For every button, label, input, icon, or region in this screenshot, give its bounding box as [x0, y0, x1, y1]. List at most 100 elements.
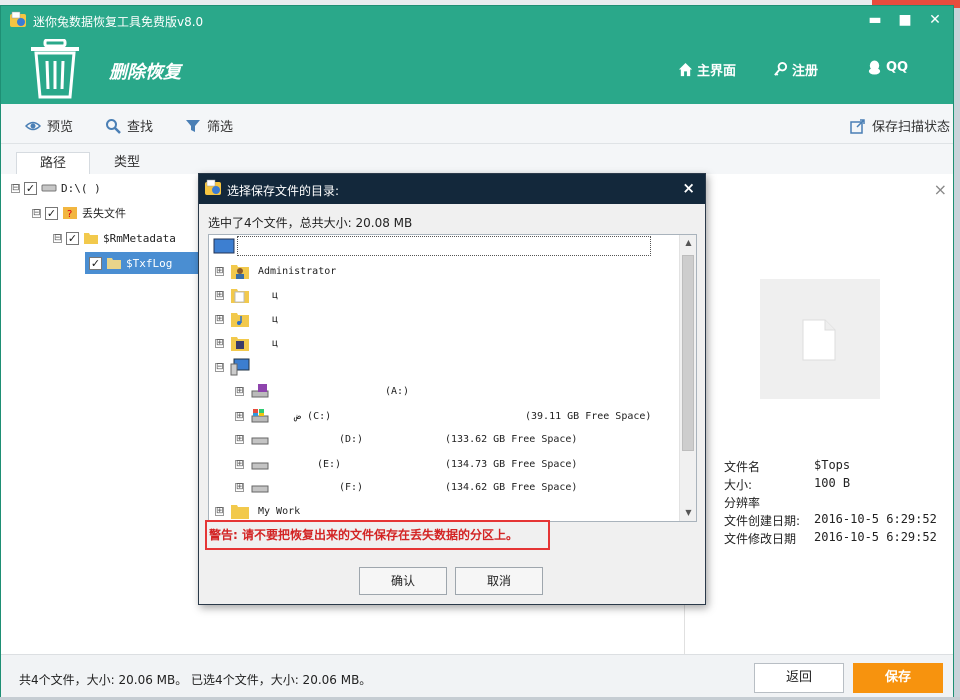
tree-row-drive[interactable]: ⊟ ✓ D:\( ): [11, 177, 101, 199]
toolbar: 预览 查找 筛选 保存扫描状态: [1, 104, 953, 144]
free-space-label: (134.73 GB Free Space): [445, 458, 578, 470]
expand-toggle[interactable]: ⊞: [235, 434, 244, 444]
tree-label: $TxfLog: [126, 256, 173, 270]
tree-row-txflog[interactable]: ✓ $TxfLog: [85, 252, 203, 274]
lost-files-icon: ?: [63, 207, 77, 220]
tree-label: 丢失文件: [82, 207, 126, 220]
qq-penguin-icon: [868, 60, 881, 75]
selected-path-field[interactable]: [237, 236, 651, 256]
expand-toggle[interactable]: ⊞: [235, 482, 244, 492]
home-button[interactable]: 主界面: [678, 60, 736, 79]
expand-toggle[interactable]: ⊞: [215, 290, 224, 300]
browser-row[interactable]: ⊞ ц: [215, 284, 278, 306]
preview-button[interactable]: 预览: [25, 116, 73, 135]
browser-row-computer[interactable]: ⊟: [215, 356, 258, 378]
browser-row[interactable]: ⊞ ц: [215, 332, 278, 354]
drive-icon: [251, 462, 269, 470]
warning-message: 警告: 请不要把恢复出来的文件保存在丢失数据的分区上。: [205, 520, 550, 550]
collapse-toggle[interactable]: ⊟: [215, 362, 224, 372]
browser-row-label: (D:): [339, 433, 364, 445]
back-button[interactable]: 返回: [754, 663, 844, 693]
video-folder-icon: [231, 337, 249, 351]
register-label: 注册: [792, 64, 819, 79]
browser-row-label: Administrator: [258, 265, 337, 277]
checkbox[interactable]: ✓: [89, 256, 102, 270]
info-modified: 文件修改日期 2016-10-5 6:29:52: [724, 530, 937, 546]
close-preview-button[interactable]: ×: [934, 180, 947, 199]
browser-row[interactable]: ⊞ (F:) (134.62 GB Free Space): [235, 476, 577, 498]
preview-panel: × 文件名 $Tops 大小: 100 B 分辨率 文件创建日期: 2016-10-5…: [684, 174, 953, 660]
dialog-title-bar: 选择保存文件的目录: ×: [199, 174, 705, 204]
browser-row[interactable]: ⊞ (E:) (134.73 GB Free Space): [235, 453, 577, 475]
find-button[interactable]: 查找: [105, 116, 153, 135]
dialog-close-button[interactable]: ×: [682, 179, 695, 197]
tree-label: $RmMetadata: [103, 231, 176, 245]
export-icon: [850, 118, 865, 134]
checkbox[interactable]: ✓: [66, 231, 79, 245]
close-button[interactable]: ✕: [923, 10, 947, 30]
filter-button[interactable]: 筛选: [185, 116, 233, 135]
desktop-icon: [213, 238, 235, 254]
browser-row-label: (E:): [317, 458, 342, 470]
music-folder-icon: [231, 313, 249, 327]
expand-toggle[interactable]: ⊞: [235, 459, 244, 469]
folder-list: ⊞ Administrator ⊞ ц ⊞ ц ⊞ ц ⊟ ⊞ (A:) ⊞ ض…: [209, 235, 679, 521]
scroll-up-button[interactable]: ▲: [680, 235, 697, 251]
checkbox[interactable]: ✓: [45, 206, 58, 220]
free-space-label: (133.62 GB Free Space): [445, 433, 578, 445]
tree-row-lost-files[interactable]: ⊟ ✓ ? 丢失文件: [32, 202, 126, 224]
scrollbar-thumb[interactable]: [682, 255, 694, 451]
view-tabs: 路径 类型: [1, 144, 953, 174]
browser-row[interactable]: ⊞ ض (C:) (39.11 GB Free Space): [235, 405, 651, 427]
browser-row[interactable]: ⊞ ц: [215, 308, 278, 330]
ok-button[interactable]: 确认: [359, 567, 447, 595]
drive-icon: [41, 184, 57, 192]
browser-row-label: (A:): [385, 385, 410, 397]
minimize-button[interactable]: ▬: [863, 10, 887, 30]
cancel-button[interactable]: 取消: [455, 567, 543, 595]
folder-tree: ⊟ ✓ D:\( ) ⊟ ✓ ? 丢失文件 ⊟ ✓ $RmMetadata ✓ …: [1, 174, 203, 660]
expand-toggle[interactable]: ⊞: [235, 386, 244, 396]
vertical-scrollbar[interactable]: ▲ ▼: [679, 235, 696, 521]
maximize-button[interactable]: ■: [893, 10, 917, 30]
expand-toggle[interactable]: ⊞: [215, 314, 224, 324]
module-title: 删除恢复: [109, 62, 181, 83]
tree-label: D:\( ): [61, 181, 101, 195]
free-space-label: (39.11 GB Free Space): [525, 410, 652, 422]
qq-button[interactable]: QQ: [867, 60, 908, 75]
browser-row[interactable]: ⊞ Administrator: [215, 260, 336, 282]
browser-row[interactable]: ⊞ (A:): [235, 380, 409, 402]
tree-row-rmmetadata[interactable]: ⊟ ✓ $RmMetadata: [53, 227, 176, 249]
folder-browser[interactable]: ⊞ Administrator ⊞ ц ⊞ ц ⊞ ц ⊟ ⊞ (A:) ⊞ ض…: [208, 234, 697, 522]
filter-icon: [186, 119, 200, 132]
collapse-toggle[interactable]: ⊟: [32, 208, 41, 218]
browser-row[interactable]: ⊞ (D:) (133.62 GB Free Space): [235, 428, 577, 450]
browser-row[interactable]: ⊞ My Work: [215, 500, 300, 521]
tab-path[interactable]: 路径: [16, 152, 90, 174]
drive-icon: [251, 485, 269, 493]
user-folder-icon: [231, 265, 249, 279]
register-button[interactable]: 注册: [773, 60, 818, 79]
checkbox[interactable]: ✓: [24, 181, 37, 195]
free-space-label: (134.62 GB Free Space): [445, 481, 578, 493]
expand-toggle[interactable]: ⊞: [215, 338, 224, 348]
scroll-down-button[interactable]: ▼: [680, 505, 697, 521]
browser-row-label: ц: [272, 337, 279, 349]
expand-toggle[interactable]: ⊞: [215, 506, 224, 516]
expand-toggle[interactable]: ⊞: [215, 266, 224, 276]
collapse-toggle[interactable]: ⊟: [11, 183, 20, 193]
window-title: 迷你兔数据恢复工具免费版v8.0: [33, 15, 204, 29]
browser-row-label: ц: [272, 289, 279, 301]
key-icon: [774, 62, 788, 76]
blank-file-icon: [802, 319, 836, 361]
expand-toggle[interactable]: ⊞: [235, 411, 244, 421]
browser-row-label: (F:): [339, 481, 364, 493]
info-created: 文件创建日期: 2016-10-5 6:29:52: [724, 512, 937, 528]
info-size: 大小: 100 B: [724, 476, 851, 492]
save-scan-status-button[interactable]: 保存扫描状态: [850, 116, 950, 135]
collapse-toggle[interactable]: ⊟: [53, 233, 62, 243]
tab-type[interactable]: 类型: [90, 152, 164, 174]
folder-icon: [231, 505, 249, 519]
trash-icon: [31, 39, 79, 99]
save-button[interactable]: 保存: [853, 663, 943, 693]
